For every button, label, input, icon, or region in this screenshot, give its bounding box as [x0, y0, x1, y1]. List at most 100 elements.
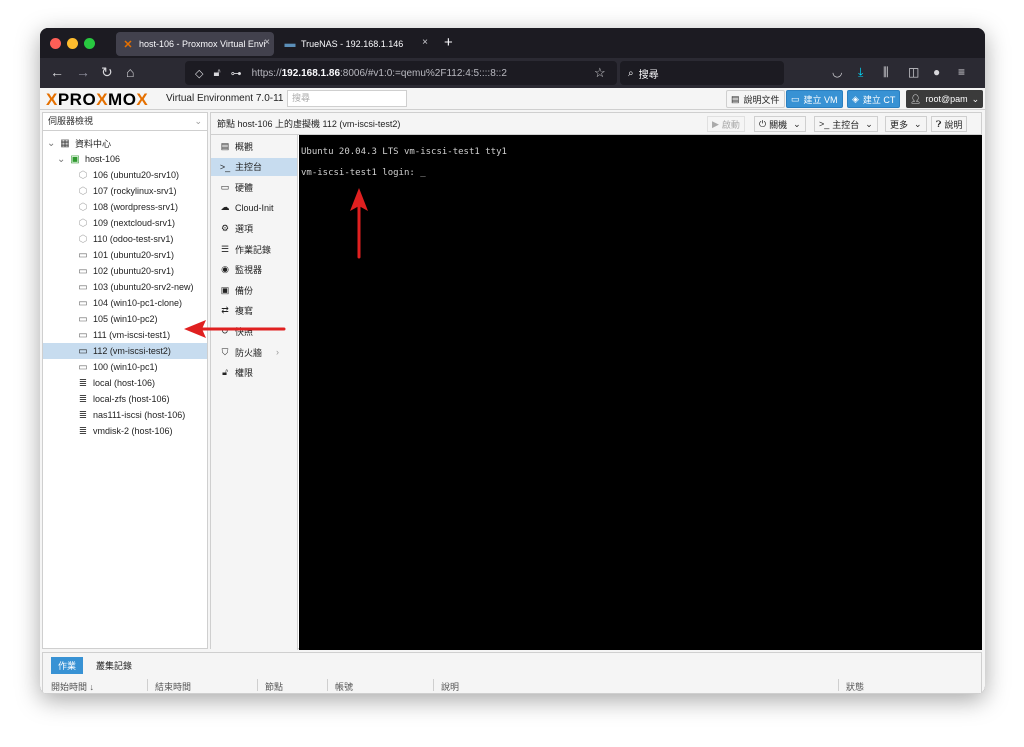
terminal-icon: >_	[819, 119, 830, 129]
proxmox-search-input[interactable]: 搜尋	[287, 90, 407, 107]
user-menu-button[interactable]: 👤︎ root@pam ⌄	[906, 90, 984, 108]
column-header[interactable]: 開始時間 ↓	[51, 680, 94, 693]
tree-item-storage[interactable]: ≣ local-zfs (host-106)	[43, 391, 207, 407]
console-line: Ubuntu 20.04.3 LTS vm-iscsi-test1 tty1	[301, 147, 507, 157]
menu-item[interactable]: ◉ 監視器	[211, 261, 297, 279]
tree-item-label: nas111-iscsi (host-106)	[93, 410, 186, 420]
gear-icon: ⚙	[220, 222, 230, 233]
terminal-icon: >_	[219, 161, 231, 172]
tree-item-node[interactable]: ⌄ ▣ host-106	[43, 151, 207, 167]
create-vm-button[interactable]: ▭ 建立 VM	[786, 90, 843, 108]
menu-item[interactable]: ☁ Cloud-Init	[211, 199, 297, 217]
tab-tasks[interactable]: 作業	[51, 657, 84, 674]
url-rest: :8006/#v1:0:=qemu%2F112:4:5::::8::2	[340, 67, 507, 79]
proxmox-header: XPROXMOX Virtual Environment 7.0-11 搜尋 ▤…	[40, 88, 985, 110]
reload-icon[interactable]: ↻	[101, 64, 113, 81]
column-header[interactable]: 帳號	[335, 680, 353, 693]
tree-item-label: 106 (ubuntu20-srv10)	[93, 170, 180, 180]
menu-item-label: Cloud-Init	[235, 202, 274, 213]
tree-item-label: 107 (rockylinux-srv1)	[93, 186, 177, 196]
bookmark-star-icon[interactable]: ☆	[594, 65, 606, 81]
tree-item-vm[interactable]: ▭ 103 (ubuntu20-srv2-new)	[43, 279, 207, 295]
url-bar[interactable]: ◇ 🔓︎ ⊶ https://192.168.1.86:8006/#v1:0:=…	[185, 61, 617, 85]
tree-item-vm[interactable]: ▭ 112 (vm-iscsi-test2)	[43, 343, 207, 359]
menu-item-label: 監視器	[235, 265, 263, 276]
vm-console[interactable]: Ubuntu 20.04.3 LTS vm-iscsi-test1 tty1 v…	[299, 135, 982, 650]
tree-item-vm[interactable]: ⬡ 108 (wordpress-srv1)	[43, 199, 207, 215]
tree-item-vm[interactable]: ▭ 102 (ubuntu20-srv1)	[43, 263, 207, 279]
browser-search-input[interactable]: ⌕ 搜尋	[620, 61, 784, 85]
tab-cluster-log[interactable]: 叢集記錄	[89, 657, 139, 674]
desktop-icon: ▭	[220, 181, 230, 192]
column-header[interactable]: 狀態	[846, 680, 864, 693]
tree-item-vm[interactable]: ▭ 104 (win10-pc1-clone)	[43, 295, 207, 311]
vm-monitor-icon: ▭	[78, 329, 88, 341]
power-icon: ⏻	[759, 118, 767, 129]
sidebar-icon[interactable]: ◫	[908, 65, 919, 79]
column-header[interactable]: 節點	[265, 680, 283, 693]
tree-item-vm[interactable]: ⬡ 109 (nextcloud-srv1)	[43, 215, 207, 231]
browser-tab-proxmox[interactable]: ✕ host-106 - Proxmox Virtual Envi ×	[116, 32, 274, 56]
tree-item-label: 110 (odoo-test-srv1)	[93, 234, 174, 244]
menu-item[interactable]: ☰ 作業記錄	[211, 240, 297, 258]
tree-item-vm[interactable]: ⬡ 107 (rockylinux-srv1)	[43, 183, 207, 199]
nav-bar: ← → ↻ ⌂ ◇ 🔓︎ ⊶ https://192.168.1.86:8006…	[40, 58, 985, 88]
question-icon: ❓︎	[936, 118, 942, 129]
tree-item-label: 103 (ubuntu20-srv2-new)	[93, 282, 194, 292]
new-tab-button[interactable]: +	[444, 34, 453, 51]
tree-item-label: local (host-106)	[93, 378, 156, 388]
storage-icon: ≣	[78, 409, 88, 421]
cube-icon: ◈	[852, 93, 859, 104]
maximize-window-button[interactable]	[84, 38, 95, 49]
vm-stopped-icon: ⬡	[78, 185, 88, 197]
menu-item[interactable]: ⛉ 防火牆 ›	[211, 343, 297, 361]
tree-item-label: 101 (ubuntu20-srv1)	[93, 250, 175, 260]
tree-item-label: 108 (wordpress-srv1)	[93, 202, 179, 212]
menu-item[interactable]: ▣ 備份	[211, 281, 297, 299]
menu-item[interactable]: ▤ 概觀	[211, 137, 297, 155]
minimize-window-button[interactable]	[67, 38, 78, 49]
chevron-down-icon: ⌄	[865, 118, 873, 129]
account-icon[interactable]: ●	[933, 65, 940, 79]
browser-tab-truenas[interactable]: ▬ TrueNAS - 192.168.1.146 ×	[278, 32, 432, 56]
tree-item-vm[interactable]: ⬡ 110 (odoo-test-srv1)	[43, 231, 207, 247]
create-ct-button[interactable]: ◈ 建立 CT	[847, 90, 901, 108]
library-icon[interactable]: ⫼	[883, 65, 889, 80]
close-tab-icon[interactable]: ×	[422, 37, 428, 48]
retweet-icon: ⇄	[221, 305, 229, 316]
console-button[interactable]: >_ 主控台 ⌄	[814, 116, 878, 132]
view-selector[interactable]: 伺服器檢視 ⌄	[43, 113, 207, 131]
menu-icon[interactable]: ≡	[958, 65, 965, 79]
tree-item-vm[interactable]: ▭ 100 (win10-pc1)	[43, 359, 207, 375]
menu-item[interactable]: ⚙ 選項	[211, 219, 297, 237]
start-button[interactable]: ▶ 啟動	[707, 116, 745, 132]
tree-item-vm[interactable]: ⬡ 106 (ubuntu20-srv10)	[43, 167, 207, 183]
storage-icon: ≣	[78, 425, 88, 437]
menu-item-label: 主控台	[235, 162, 263, 173]
shield-icon: ⛉	[221, 346, 229, 357]
close-tab-icon[interactable]: ×	[264, 37, 270, 48]
tree-item-vm[interactable]: ▭ 101 (ubuntu20-srv1)	[43, 247, 207, 263]
menu-item[interactable]: >_ 主控台	[211, 157, 297, 176]
forward-arrow-icon[interactable]: →	[76, 64, 90, 80]
tree-item-storage[interactable]: ≣ vmdisk-2 (host-106)	[43, 423, 207, 439]
column-header[interactable]: 說明	[441, 680, 459, 693]
menu-item[interactable]: ▭ 硬體	[211, 178, 297, 196]
home-icon[interactable]: ⌂	[126, 64, 134, 80]
tree-item-datacenter[interactable]: ⌄ ▦ 資料中心	[43, 135, 207, 151]
close-window-button[interactable]	[50, 38, 61, 49]
menu-item-label: 權限	[235, 368, 254, 379]
more-button[interactable]: 更多 ⌄	[885, 116, 927, 132]
menu-item-label: 作業記錄	[235, 244, 272, 255]
docs-button[interactable]: ▤ 說明文件	[726, 90, 785, 108]
download-icon[interactable]: ⤓	[858, 65, 863, 80]
tree-item-storage[interactable]: ≣ nas111-iscsi (host-106)	[43, 407, 207, 423]
back-arrow-icon[interactable]: ←	[50, 64, 64, 80]
pocket-icon[interactable]: ◡	[832, 65, 842, 79]
shutdown-button[interactable]: ⏻ 關機 ⌄	[754, 116, 806, 132]
column-header[interactable]: 結束時間	[155, 680, 191, 693]
desktop-icon: ▭	[791, 93, 800, 104]
tree-item-storage[interactable]: ≣ local (host-106)	[43, 375, 207, 391]
menu-item[interactable]: 🔓︎ 權限	[211, 364, 297, 382]
help-button[interactable]: ❓︎ 說明	[931, 116, 968, 132]
